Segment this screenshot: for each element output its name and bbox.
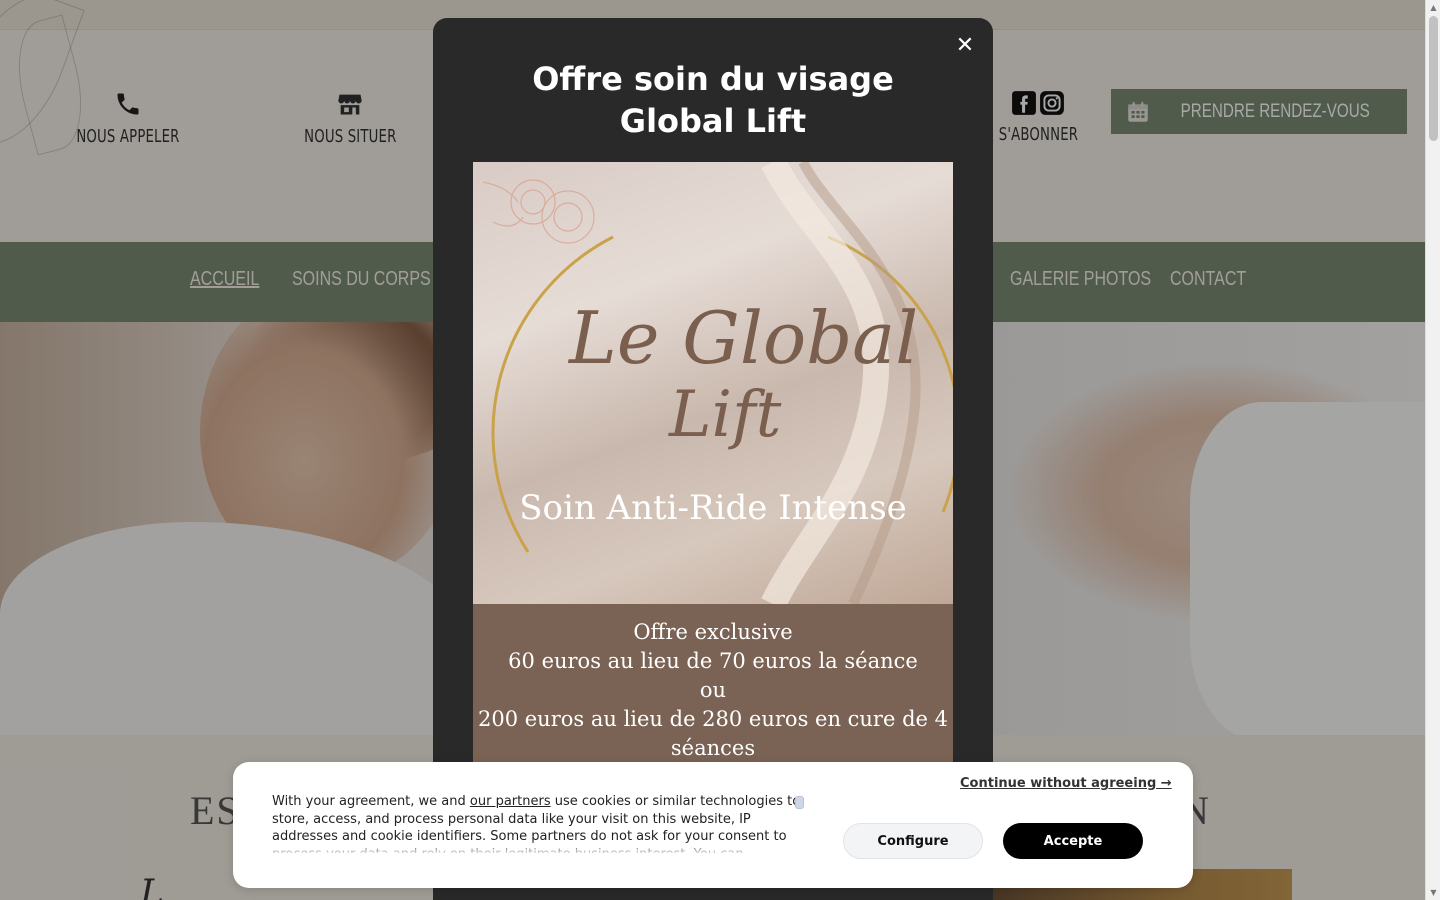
page-scrollbar[interactable]: ▲ ▼ bbox=[1425, 0, 1440, 900]
close-icon[interactable]: ✕ bbox=[953, 34, 977, 58]
modal-title-line2: Global Lift bbox=[619, 102, 807, 140]
scrollbar-thumb[interactable] bbox=[1429, 16, 1438, 141]
partners-link[interactable]: our partners bbox=[470, 794, 551, 809]
promo-script-subtitle: Lift bbox=[669, 378, 782, 452]
promo-subtitle: Soin Anti-Ride Intense bbox=[519, 488, 907, 528]
scroll-up-arrow[interactable]: ▲ bbox=[1426, 0, 1440, 15]
scroll-down-arrow[interactable]: ▼ bbox=[1426, 885, 1440, 900]
promo-image: Le Global Lift Soin Anti-Ride Intense bbox=[473, 162, 953, 604]
promo-script-title: Le Global bbox=[569, 296, 919, 380]
modal-title: Offre soin du visage Global Lift bbox=[463, 58, 963, 142]
offer-line: 200 euros au lieu de 280 euros en cure d… bbox=[478, 707, 948, 731]
cookie-text-start: With your agreement, we and bbox=[272, 794, 470, 809]
offer-line: ou bbox=[699, 678, 727, 702]
cookie-text-scroll-handle[interactable] bbox=[795, 796, 804, 809]
offer-line: Offre exclusive bbox=[633, 620, 793, 644]
offer-line: séances bbox=[670, 736, 756, 760]
cookie-text-fade bbox=[272, 840, 802, 856]
accept-button[interactable]: Accepte bbox=[1003, 823, 1143, 859]
configure-button[interactable]: Configure bbox=[843, 823, 983, 859]
offer-line: 60 euros au lieu de 70 euros la séance bbox=[508, 649, 918, 673]
modal-title-line1: Offre soin du visage bbox=[532, 60, 894, 98]
continue-without-agreeing-link[interactable]: Continue without agreeing → bbox=[960, 776, 1172, 791]
cookie-banner: With your agreement, we and our partners… bbox=[233, 762, 1193, 888]
